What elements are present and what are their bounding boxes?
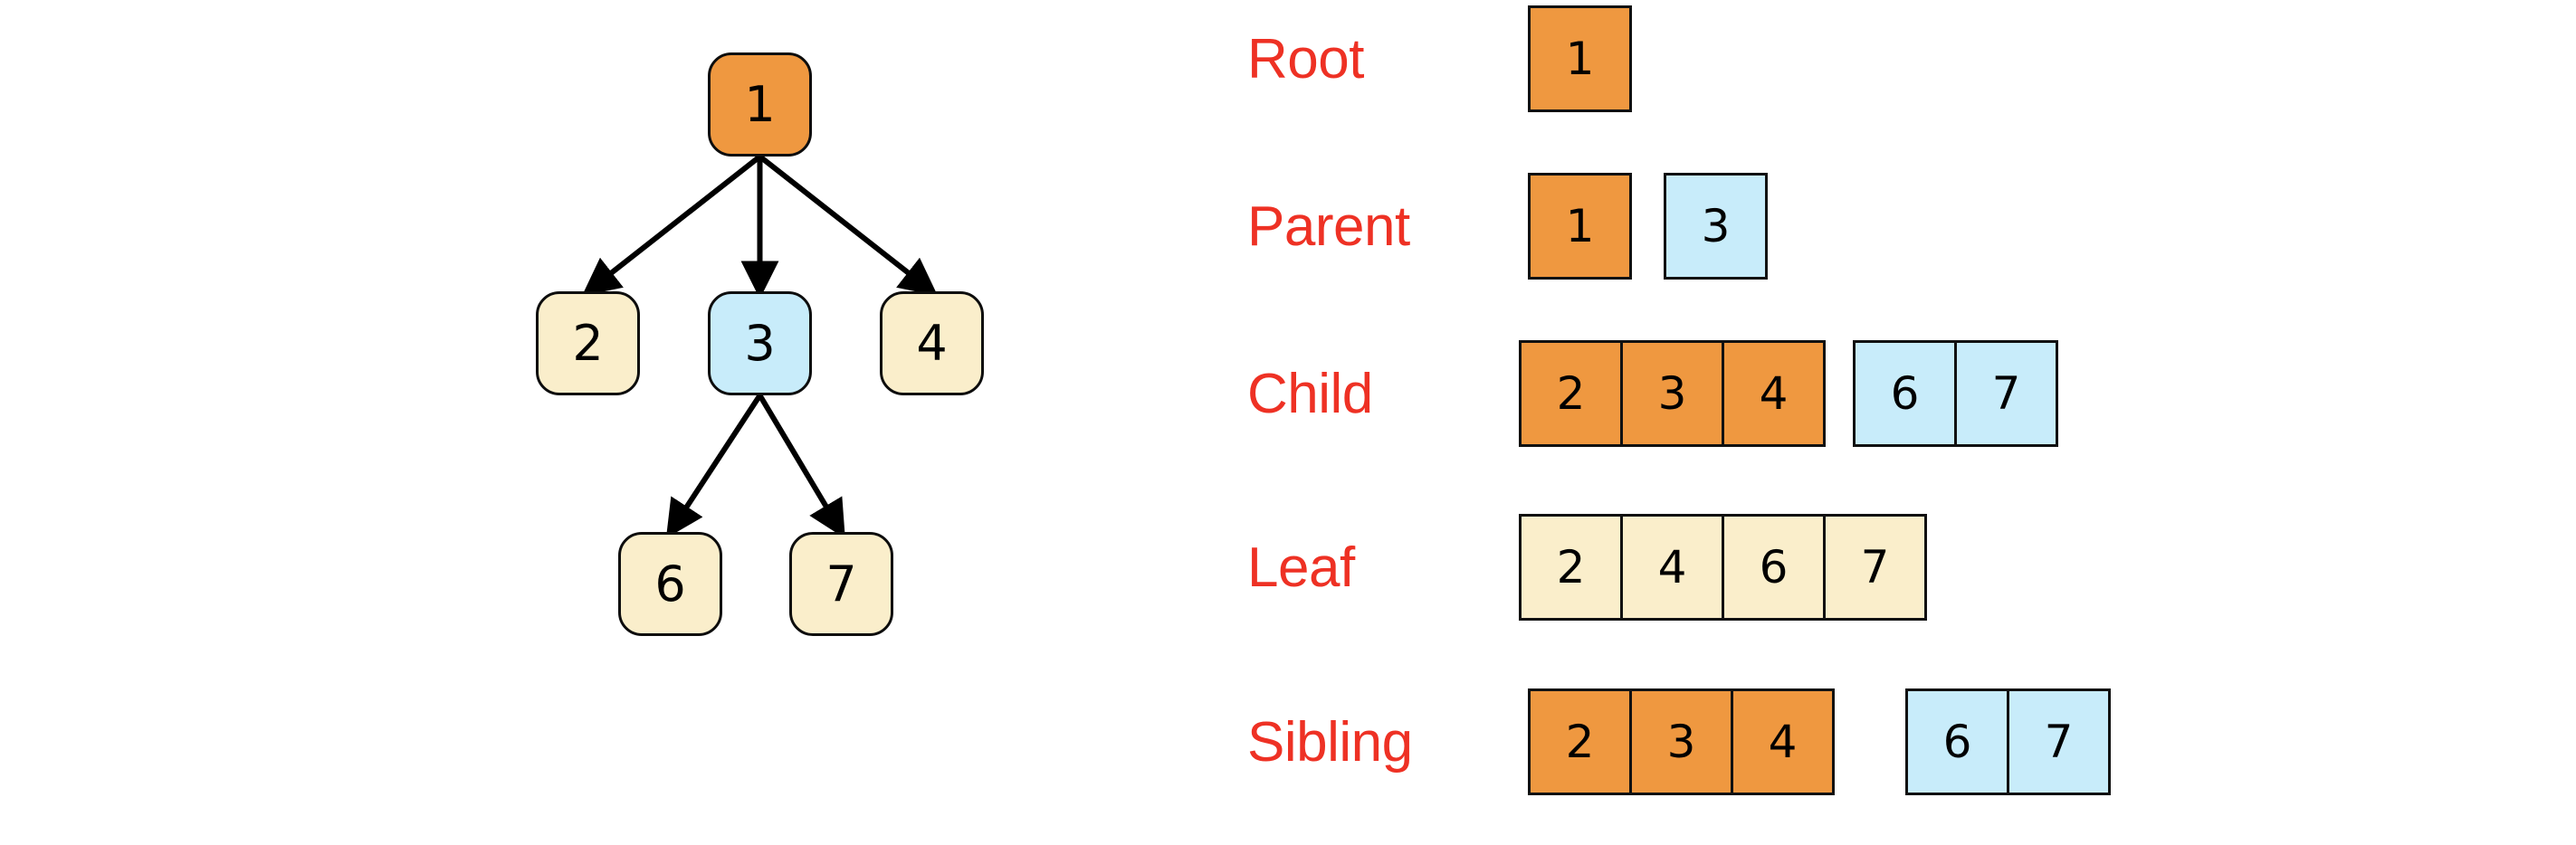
tree-edge-layer bbox=[581, 154, 939, 539]
legend-box-group: 67 bbox=[1905, 688, 2111, 795]
legend-box-value: 7 bbox=[1860, 541, 1890, 593]
legend-box-value: 4 bbox=[1768, 716, 1798, 768]
legend-box-value: 2 bbox=[1556, 541, 1586, 593]
terminology-legend: Root 1 Parent 1 3 Child 2 3 4 6 7 Leaf 2 4 6 7 Sibling 2 3… bbox=[1213, 0, 2576, 845]
legend-box-7: 7 bbox=[1823, 514, 1927, 621]
legend-box-value: 4 bbox=[1759, 367, 1789, 420]
legend-box-value: 2 bbox=[1556, 367, 1586, 420]
tree-node-4: 4 bbox=[880, 291, 984, 395]
legend-box-strip: 2 4 6 7 bbox=[1519, 508, 1927, 626]
legend-box-6: 6 bbox=[1905, 688, 2009, 795]
legend-box-4: 4 bbox=[1620, 514, 1724, 621]
legend-box-7: 7 bbox=[1954, 340, 2058, 447]
legend-box-value: 6 bbox=[1942, 716, 1972, 768]
legend-box-value: 3 bbox=[1666, 716, 1696, 768]
legend-box-1: 1 bbox=[1528, 5, 1632, 112]
tree-node-label: 7 bbox=[825, 555, 857, 612]
legend-box-group: 3 bbox=[1664, 173, 1768, 280]
legend-box-7: 7 bbox=[2007, 688, 2111, 795]
tree-edge-1-to-4 bbox=[758, 154, 939, 297]
legend-box-value: 7 bbox=[1991, 367, 2021, 420]
legend-box-value: 2 bbox=[1565, 716, 1595, 768]
legend-label-root: Root bbox=[1247, 27, 1364, 90]
legend-box-value: 7 bbox=[2044, 716, 2074, 768]
legend-box-3: 3 bbox=[1629, 688, 1733, 795]
legend-box-6: 6 bbox=[1853, 340, 1957, 447]
legend-box-group: 2 3 4 bbox=[1519, 340, 1826, 447]
legend-box-3: 3 bbox=[1664, 173, 1768, 280]
legend-label-leaf: Leaf bbox=[1247, 536, 1355, 599]
legend-box-3: 3 bbox=[1620, 340, 1724, 447]
tree-diagram: 1 2 3 4 6 7 bbox=[0, 0, 1213, 845]
tree-edge-1-to-2 bbox=[581, 154, 762, 297]
legend-box-4: 4 bbox=[1722, 340, 1826, 447]
tree-node-1: 1 bbox=[708, 52, 812, 157]
legend-label-sibling: Sibling bbox=[1247, 710, 1413, 774]
legend-box-value: 1 bbox=[1565, 33, 1595, 85]
legend-box-1: 1 bbox=[1528, 173, 1632, 280]
legend-box-value: 3 bbox=[1701, 200, 1731, 252]
legend-box-value: 6 bbox=[1890, 367, 1920, 420]
legend-box-strip: 13 bbox=[1528, 167, 1768, 285]
tree-node-label: 3 bbox=[744, 314, 776, 372]
legend-label-child: Child bbox=[1247, 362, 1373, 425]
legend-box-group: 2 3 4 bbox=[1528, 688, 1835, 795]
legend-label-parent: Parent bbox=[1247, 195, 1410, 258]
legend-box-2: 2 bbox=[1519, 340, 1623, 447]
tree-node-label: 2 bbox=[572, 314, 604, 372]
legend-box-value: 3 bbox=[1657, 367, 1687, 420]
diagram-canvas: 123467 Root 1 Parent 1 3 Child 2 3 4 6 7 Leaf 2 4 6 7 Si… bbox=[0, 0, 2576, 845]
tree-node-2: 2 bbox=[536, 291, 640, 395]
tree-node-label: 1 bbox=[744, 75, 776, 133]
legend-box-4: 4 bbox=[1731, 688, 1835, 795]
legend-box-strip: 23467 bbox=[1528, 683, 2111, 801]
legend-box-group: 1 bbox=[1528, 5, 1632, 112]
tree-node-label: 4 bbox=[916, 314, 948, 372]
legend-box-value: 1 bbox=[1565, 200, 1595, 252]
legend-box-value: 6 bbox=[1759, 541, 1789, 593]
legend-box-group: 2 4 6 7 bbox=[1519, 514, 1927, 621]
tree-node-7: 7 bbox=[789, 532, 893, 636]
legend-box-strip: 23467 bbox=[1519, 335, 2058, 452]
legend-box-2: 2 bbox=[1519, 514, 1623, 621]
tree-edge-3-to-7 bbox=[757, 394, 845, 539]
legend-box-group: 1 bbox=[1528, 173, 1632, 280]
legend-box-group: 67 bbox=[1853, 340, 2058, 447]
tree-edge-3-to-6 bbox=[665, 394, 763, 539]
tree-node-label: 6 bbox=[654, 555, 686, 612]
tree-node-6: 6 bbox=[618, 532, 722, 636]
tree-node-3: 3 bbox=[708, 291, 812, 395]
legend-box-strip: 1 bbox=[1528, 0, 1632, 118]
legend-box-2: 2 bbox=[1528, 688, 1632, 795]
legend-box-6: 6 bbox=[1722, 514, 1826, 621]
legend-box-value: 4 bbox=[1657, 541, 1687, 593]
